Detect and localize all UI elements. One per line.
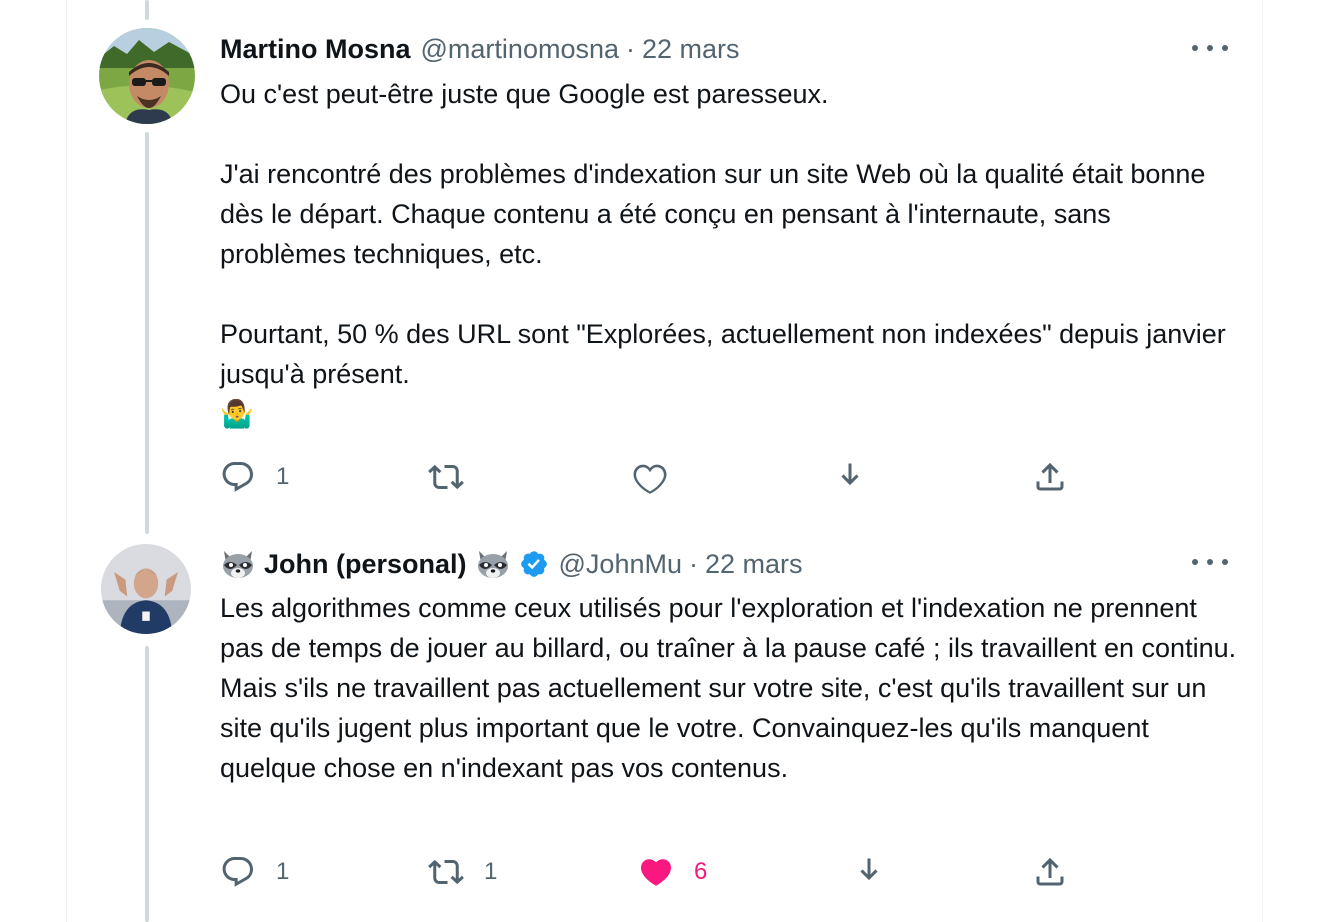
display-name[interactable]: Martino Mosna xyxy=(220,34,411,65)
user-handle[interactable]: @JohnMu xyxy=(559,549,682,580)
avatar[interactable] xyxy=(101,544,191,634)
tweet-header: Martino Mosna @martinomosna · 22 mars xyxy=(220,32,740,66)
user-handle[interactable]: @martinomosna xyxy=(421,34,619,65)
heart-filled-icon xyxy=(640,859,672,886)
tweet-text: Ou c'est peut-être juste que Google est … xyxy=(220,74,1240,434)
like-button[interactable] xyxy=(632,457,688,497)
heart-icon xyxy=(633,464,667,494)
conversation-thread: Martino Mosna @martinomosna · 22 mars Ou… xyxy=(0,0,1320,922)
more-options-icon[interactable] xyxy=(1192,552,1228,572)
share-icon xyxy=(1036,857,1064,886)
tweet-paragraph: Les algorithmes comme ceux utilisés pour… xyxy=(220,593,1244,783)
retweet-button[interactable]: 1 xyxy=(428,852,497,892)
tweet-john[interactable]: John (personal) @JohnMu · 22 mars Les al… xyxy=(67,520,1262,922)
download-arrow-icon xyxy=(860,858,878,881)
bookmark-button[interactable] xyxy=(832,457,868,497)
reply-count: 1 xyxy=(276,858,290,885)
avatar[interactable] xyxy=(99,28,195,124)
raccoon-icon xyxy=(223,551,253,578)
retweet-count: 1 xyxy=(484,858,498,885)
tweet-text: Les algorithmes comme ceux utilisés pour… xyxy=(220,588,1240,788)
verified-badge-icon[interactable] xyxy=(519,549,549,579)
tweet-paragraph: Ou c'est peut-être juste que Google est … xyxy=(220,79,829,109)
shrug-emoji: 🤷‍♂️ xyxy=(220,399,254,429)
retweet-button[interactable] xyxy=(428,457,484,497)
tweet-date[interactable]: 22 mars xyxy=(642,34,740,65)
share-button[interactable] xyxy=(1032,457,1068,497)
like-count: 6 xyxy=(694,858,708,885)
reply-icon xyxy=(222,462,253,492)
separator-dot: · xyxy=(688,548,698,579)
tweet-header: John (personal) @JohnMu · 22 mars xyxy=(220,547,803,581)
more-options-icon[interactable] xyxy=(1192,38,1228,58)
share-icon xyxy=(1036,462,1064,491)
tweet-paragraph: J'ai rencontré des problèmes d'indexatio… xyxy=(220,159,1213,269)
tweet-martino[interactable]: Martino Mosna @martinomosna · 22 mars Ou… xyxy=(67,0,1262,520)
like-button[interactable]: 6 xyxy=(638,852,707,892)
avatar-martino-image xyxy=(99,28,195,124)
tweet-actions: 1 xyxy=(220,457,1100,497)
display-name[interactable]: John (personal) xyxy=(264,549,467,580)
tweet-date[interactable]: 22 mars xyxy=(705,549,803,580)
reply-button[interactable]: 1 xyxy=(220,457,289,497)
tweet-actions: 1 1 6 xyxy=(220,852,1100,892)
bookmark-button[interactable] xyxy=(851,852,887,892)
tweet-paragraph: Pourtant, 50 % des URL sont "Explorées, … xyxy=(220,319,1234,389)
retweet-icon xyxy=(428,464,464,490)
download-arrow-icon xyxy=(841,463,859,486)
avatar-john-image xyxy=(101,544,191,634)
separator-dot: · xyxy=(626,33,635,64)
share-button[interactable] xyxy=(1032,852,1068,892)
retweet-icon xyxy=(428,859,464,885)
raccoon-icon xyxy=(477,551,508,578)
reply-button[interactable]: 1 xyxy=(220,852,289,892)
reply-count: 1 xyxy=(276,463,290,490)
column-border-right xyxy=(1262,0,1263,922)
reply-icon xyxy=(222,857,253,887)
